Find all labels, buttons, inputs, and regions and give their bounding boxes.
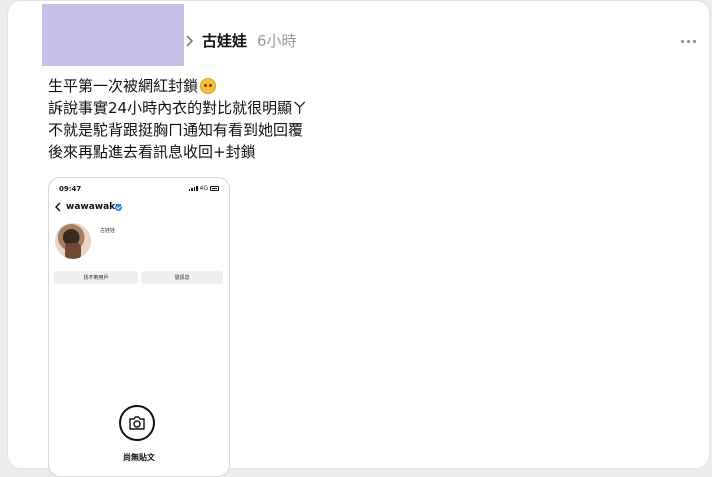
post-line: 訴說事實24小時內衣的對比就很明顯ㄚ: [48, 99, 308, 117]
status-time: 09:47: [59, 185, 82, 193]
camera-icon: [119, 405, 155, 441]
attached-screenshot[interactable]: 09:47 4G wawawaku 古娃娃 找不到用戶 發訊息 尚無貼文: [48, 177, 230, 477]
message-button: 發訊息: [141, 271, 223, 284]
post-body: 生平第一次被網紅封鎖 訴說事實24小時內衣的對比就很明顯ㄚ 不就是駝背跟挺胸ㄇ通…: [48, 75, 648, 163]
post-line: 生平第一次被網紅封鎖: [48, 75, 648, 97]
more-dots-icon: [680, 39, 684, 43]
profile-username: wawawaku: [66, 202, 122, 212]
post-line: 不就是駝背跟挺胸ㄇ通知有看到她回覆: [48, 121, 304, 139]
post-card: 古娃娃 6小時 生平第一次被網紅封鎖 訴說事實24小時內衣的對比就很明顯ㄚ 不就…: [7, 0, 710, 477]
verified-badge-icon: [115, 204, 122, 211]
battery-icon: [210, 186, 219, 191]
author-name[interactable]: 古娃娃: [202, 30, 247, 51]
status-indicators: 4G: [188, 185, 219, 192]
post-time: 6小時: [257, 32, 297, 50]
profile-avatar: [55, 223, 91, 259]
profile-display-name: 古娃娃: [100, 228, 116, 234]
face-emoji-icon: [200, 78, 217, 94]
signal-icon: [188, 186, 198, 191]
post-line: 後來再點進去看訊息收回+封鎖: [48, 143, 256, 161]
user-not-found-button: 找不到用戶: [54, 271, 138, 284]
back-arrow-icon: [55, 202, 61, 212]
author-avatar-redacted[interactable]: [42, 4, 184, 66]
network-label: 4G: [199, 185, 208, 192]
chevron-right-icon: [186, 35, 194, 47]
more-options-button[interactable]: [674, 34, 702, 48]
no-posts-label: 尚無貼文: [123, 453, 155, 462]
